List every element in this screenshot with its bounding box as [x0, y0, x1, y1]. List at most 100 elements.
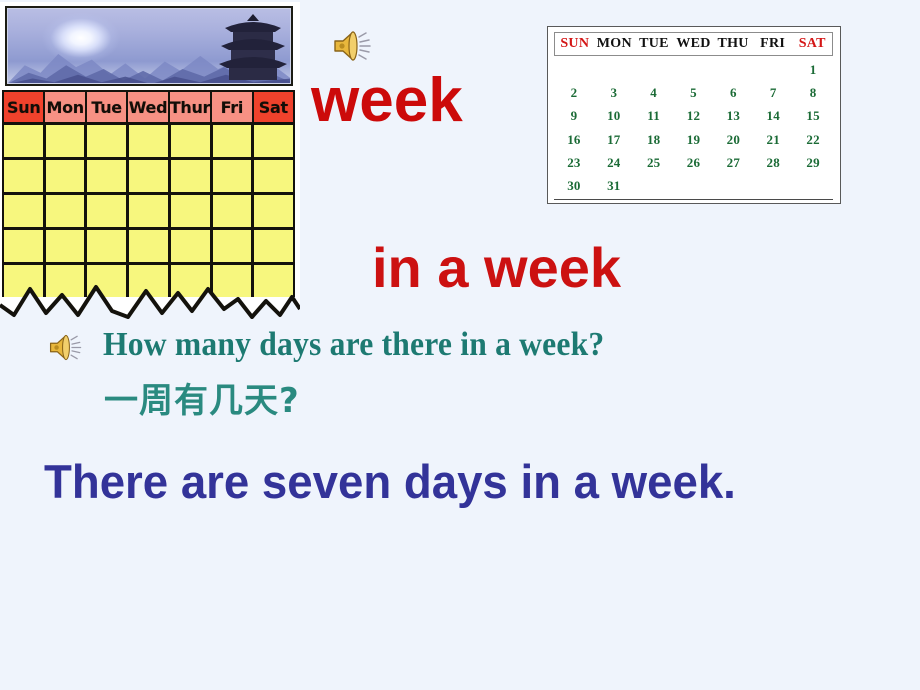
wall-calendar-cell: [170, 195, 213, 227]
month-calendar-bottom-rule: [554, 199, 833, 200]
month-day: 5: [690, 84, 697, 100]
wall-calendar-photo: [5, 6, 293, 86]
month-day: [753, 174, 793, 197]
speaker-icon-question[interactable]: [48, 332, 84, 363]
month-day: 11: [647, 108, 660, 124]
month-day: 30: [567, 178, 581, 194]
torn-paper-edge-icon: [0, 285, 300, 319]
month-day: 9: [570, 108, 578, 124]
month-day: 7: [769, 84, 777, 100]
month-day: [634, 174, 674, 197]
wall-weekday-wed: Wed: [128, 92, 170, 122]
wall-calendar-cell: [212, 230, 255, 262]
month-calendar-weekday-header: SUN MON TUE WED THU FRI SAT: [554, 32, 833, 56]
month-day: 6: [730, 84, 737, 100]
month-day: [674, 174, 714, 197]
month-day: [554, 58, 594, 81]
wall-calendar-weekday-header: Sun Mon Tue Wed Thur Fri Sat: [2, 90, 295, 124]
wall-weekday-mon: Mon: [45, 92, 87, 122]
month-weekday-thu: THU: [717, 36, 749, 51]
wall-calendar-cell: [4, 160, 46, 192]
wall-calendar-cell: [87, 125, 130, 157]
vocabulary-word-week: week: [311, 66, 463, 135]
wall-calendar-cell: [170, 125, 213, 157]
month-week-row: 9 10 11 12 13 14 15: [554, 105, 833, 128]
month-weekday-sun: SUN: [560, 36, 590, 51]
wall-calendar-grid: [2, 122, 295, 297]
wall-calendar-cell: [87, 195, 130, 227]
month-week-row: 1: [554, 58, 833, 81]
wall-weekday-thur: Thur: [169, 92, 213, 122]
wall-calendar-cell: [254, 230, 294, 262]
wall-calendar-cell: [45, 230, 88, 262]
wall-calendar-cell: [170, 230, 213, 262]
month-day: 10: [607, 108, 621, 124]
wall-calendar-image: Sun Mon Tue Wed Thur Fri Sat: [0, 2, 300, 319]
wall-calendar-cell: [212, 160, 255, 192]
wall-weekday-tue: Tue: [86, 92, 129, 122]
wall-calendar-cell: [87, 230, 130, 262]
wall-weekday-sun: Sun: [4, 92, 46, 122]
month-day: 20: [726, 131, 741, 147]
vocabulary-phrase-in-a-week: in a week: [372, 236, 622, 299]
month-day: 27: [726, 154, 741, 170]
month-day: 12: [686, 108, 701, 124]
month-weekday-sat: SAT: [798, 36, 826, 51]
month-day: [713, 174, 753, 197]
month-day: 13: [726, 108, 741, 124]
month-calendar-grid: 1 2 3 4 5 6 7 8 9 10 11 12 13 14 15 16 1…: [554, 58, 833, 198]
month-week-row: 23 24 25 26 27 28 29: [554, 151, 833, 174]
month-day: 4: [650, 84, 657, 100]
wall-calendar-cell: [129, 230, 171, 262]
wall-calendar-frame: Sun Mon Tue Wed Thur Fri Sat: [0, 2, 300, 319]
wall-calendar-cell: [45, 125, 88, 157]
month-day: 26: [686, 154, 701, 170]
month-weekday-tue: TUE: [639, 36, 669, 51]
wall-calendar-cell: [4, 230, 46, 262]
wall-calendar-cell: [45, 195, 88, 227]
wall-weekday-fri: Fri: [212, 92, 254, 122]
question-english: How many days are there in a week?: [103, 326, 605, 363]
month-day: 14: [766, 108, 780, 124]
month-day: 21: [766, 131, 780, 147]
answer-sentence: There are seven days in a week.: [44, 455, 736, 508]
month-day: 25: [646, 154, 661, 170]
wall-calendar-cell: [4, 125, 46, 157]
month-day: [713, 58, 753, 81]
month-day: [594, 58, 634, 81]
month-day: 19: [686, 131, 701, 147]
wall-calendar-cell: [129, 195, 171, 227]
wall-calendar-cell: [212, 125, 255, 157]
month-day: 16: [567, 131, 581, 147]
month-day: [674, 58, 714, 81]
month-week-row: 16 17 18 19 20 21 22: [554, 128, 833, 151]
month-week-row: 30 31: [554, 174, 833, 197]
month-day: 29: [806, 154, 820, 170]
month-day: 24: [607, 154, 621, 170]
wall-calendar-row: [4, 227, 294, 262]
month-day: [753, 58, 793, 81]
wall-calendar-cell: [45, 160, 88, 192]
month-day: 18: [646, 131, 661, 147]
month-day: [634, 58, 674, 81]
speaker-icon-week[interactable]: [332, 28, 374, 64]
wall-calendar-cell: [254, 125, 294, 157]
wall-calendar-cell: [4, 195, 46, 227]
question-chinese: 一周有几天?: [104, 381, 300, 421]
month-day: 22: [806, 131, 820, 147]
wall-calendar-cell: [254, 160, 294, 192]
wall-calendar-cell: [212, 195, 255, 227]
month-day: 28: [766, 154, 780, 170]
month-day: [793, 174, 833, 197]
month-day: 3: [610, 84, 618, 100]
wall-calendar-cell: [129, 160, 171, 192]
wall-calendar-cell: [254, 195, 294, 227]
wall-calendar-row: [4, 122, 294, 157]
wall-calendar-row: [4, 157, 294, 192]
month-day: 23: [567, 154, 581, 170]
month-day: 31: [607, 178, 621, 194]
month-weekday-fri: FRI: [760, 36, 786, 51]
month-weekday-wed: WED: [676, 36, 711, 51]
month-weekday-mon: MON: [596, 36, 632, 51]
wall-calendar-cell: [129, 125, 171, 157]
